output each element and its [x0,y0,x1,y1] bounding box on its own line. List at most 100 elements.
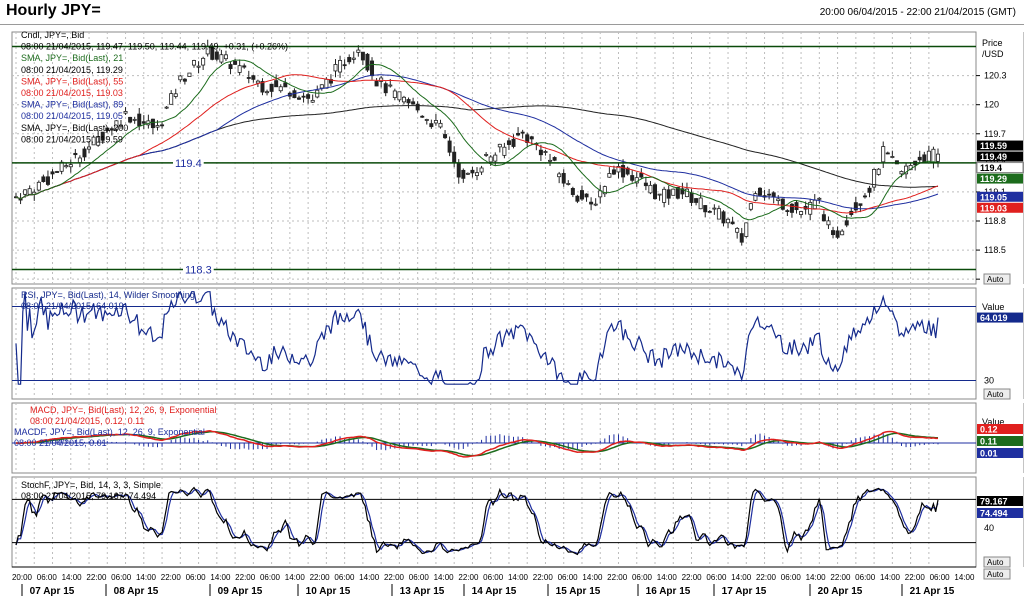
candle-body [233,61,238,65]
price-tick-label: 119.7 [984,129,1006,139]
date-label: 21 Apr 15 [910,586,955,597]
candle-body [347,57,352,63]
candle-body [570,188,575,195]
candle-body [73,152,78,156]
candle-body [401,96,406,103]
time-tick-label: 14:00 [582,573,603,582]
candle-body [155,125,160,128]
candle-body [881,146,886,163]
candle-body [557,173,562,178]
candle-body [548,159,553,162]
time-tick-label: 14:00 [434,573,455,582]
candle-body [132,118,137,121]
candle-body [529,136,534,140]
candle-body [575,195,580,202]
stoch-tick-label: 40 [984,523,994,533]
candle-body [502,146,507,156]
time-tick-label: 14:00 [136,573,157,582]
candle-body [552,157,557,161]
candle-body [351,57,356,60]
date-label: 17 Apr 15 [722,586,767,597]
stoch-tag-label: 74.494 [980,509,1008,519]
candle-body [306,94,311,99]
candle-body [753,193,758,201]
candle-body [242,65,247,68]
time-tick-label: 14:00 [62,573,83,582]
candle-body [201,57,206,66]
candle-body [77,157,82,163]
candle-body [835,230,840,238]
candle-body [735,227,740,233]
candle-body [45,176,50,185]
candle-body [461,169,466,179]
candle-body [360,51,365,61]
candle-body [87,146,92,150]
legend-entry: 08:00 21/04/2015, 119.03 [21,88,123,98]
time-tick-label: 06:00 [483,573,504,582]
candle-body [379,77,384,82]
date-label: 10 Apr 15 [306,586,351,597]
time-tick-label: 06:00 [632,573,653,582]
auto-scale-label: Auto [987,390,1004,399]
time-tick-label: 22:00 [310,573,331,582]
candle-body [433,120,438,124]
time-tick-label: 22:00 [682,573,703,582]
time-tick-label: 22:00 [830,573,851,582]
time-tick-label: 22:00 [384,573,405,582]
auto-scale-label: Auto [987,275,1004,284]
candle-body [653,184,658,200]
macd-legend-entry: MACDF, JPY=, Bid(Last), 12, 26, 9, Expon… [14,427,205,437]
legend-entry: SMA, JPY=, Bid(Last), 200 [21,123,128,133]
candle-body [319,84,324,89]
time-tick-label: 22:00 [235,573,256,582]
candle-body [931,148,936,163]
candle-body [698,197,703,210]
rsi-legend-entry: 08:00 21/04/2015, 64.019 [21,301,124,311]
candle-body [506,140,511,145]
candle-body [23,189,28,195]
macd-tag-label: 0.01 [980,449,998,459]
level-label: 118.3 [185,264,212,276]
candle-body [917,156,922,161]
time-tick-label: 06:00 [855,573,876,582]
candle-body [265,91,270,94]
candle-body [465,172,470,175]
chart-canvas[interactable]: 119.4 118.3 Cndl, JPY=, Bid 08:00 21/04/201… [0,0,1024,610]
time-tick-label: 14:00 [731,573,752,582]
candle-body [310,99,315,103]
candle-body [566,183,571,185]
candle-body [890,156,895,158]
time-tick-label: 14:00 [210,573,231,582]
candle-body [36,181,41,191]
candle-body [657,193,662,196]
candle-body [137,113,142,127]
candle-body [374,80,379,87]
time-tick-label: 06:00 [186,573,207,582]
candle-body [712,207,717,210]
time-axis: 20:00 06:00 14:00 22:00 06:00 14:00 22:00 06:00… [12,566,976,597]
time-tick-label: 06:00 [111,573,132,582]
candle-body [858,203,863,206]
candle-body [726,218,731,224]
date-label: 13 Apr 15 [400,586,445,597]
candle-body [493,154,498,162]
candle-body [173,93,178,97]
time-tick-label: 06:00 [781,573,802,582]
candle-body [324,78,329,89]
time-tick-label: 14:00 [359,573,380,582]
time-tick-label: 06:00 [558,573,579,582]
candle-body [757,187,762,196]
time-tick-label: 06:00 [37,573,58,582]
candle-body [826,220,831,226]
time-tick-label: 20:00 [12,573,33,582]
macd-legend-entry: MACD, JPY=, Bid(Last), 12, 26, 9, Expone… [30,405,216,415]
candle-body [684,188,689,198]
price-tag-label: 119.49 [980,152,1007,162]
candle-body [922,154,927,163]
date-label: 20 Apr 15 [818,586,863,597]
candle-body [538,149,543,156]
time-tick-label: 14:00 [657,573,678,582]
candle-body [255,80,260,84]
candle-body [876,168,881,175]
time-tick-label: 14:00 [954,573,975,582]
